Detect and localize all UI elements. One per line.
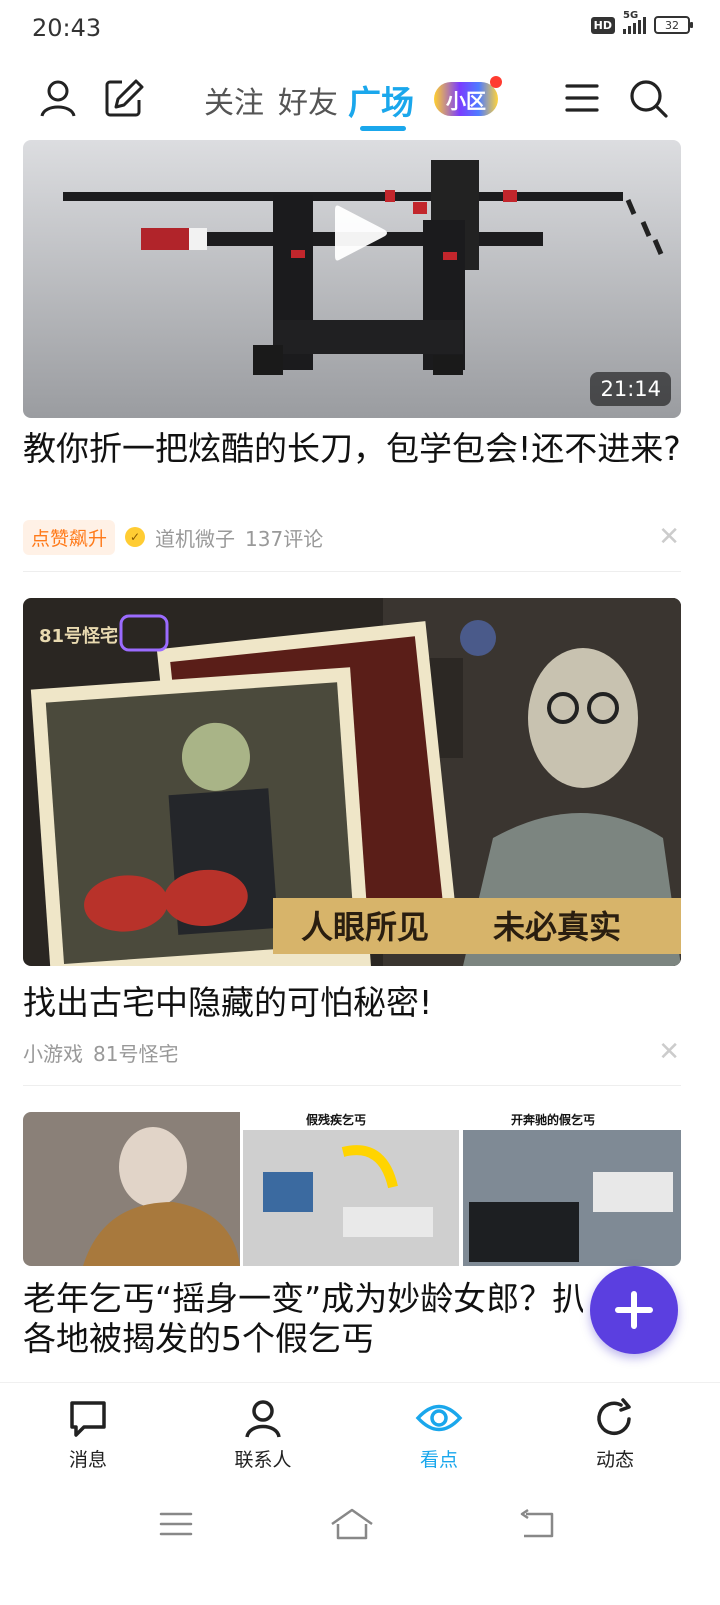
close-icon[interactable]: ✕: [658, 522, 680, 552]
refresh-icon: [597, 1398, 631, 1436]
nav-label: 消息: [68, 1449, 107, 1471]
card-meta: 小游戏 81号怪宅: [23, 1037, 178, 1067]
video-thumbnail[interactable]: 21:14: [23, 140, 681, 418]
nav-label: 联系人: [234, 1449, 292, 1471]
network-type: 5G: [623, 10, 639, 21]
active-tab-indicator: [360, 126, 406, 131]
image-label-1: 假残疾乞丐: [306, 1112, 366, 1127]
origami-sword-illustration: [23, 140, 681, 418]
comment-count[interactable]: 137评论: [245, 523, 323, 552]
battery-level: 32: [665, 18, 679, 32]
nav-item-moments[interactable]: 动态: [555, 1397, 675, 1472]
divider: [23, 1085, 681, 1086]
author-name[interactable]: 道机微子: [155, 523, 235, 552]
recent-apps-icon[interactable]: [158, 1508, 194, 1540]
battery-icon: 32: [654, 16, 693, 34]
notification-dot: [490, 76, 502, 88]
game-banner[interactable]: 81号怪宅 人眼所见 未必真实: [23, 598, 681, 966]
top-nav: 关注 好友 广场 小区: [0, 60, 720, 140]
tab-follow[interactable]: 关注: [204, 78, 264, 122]
game-logo: 81号怪宅: [39, 625, 118, 647]
hd-badge: HD: [590, 16, 615, 34]
image-label-2: 开奔驰的假乞丐: [511, 1112, 595, 1127]
card-title-line2[interactable]: 各地被揭发的5个假乞丐: [23, 1316, 683, 1362]
nav-item-messages[interactable]: 消息: [28, 1397, 148, 1472]
status-time: 20:43: [32, 14, 102, 42]
banner-caption-left: 人眼所见: [301, 908, 429, 946]
card-meta: 点赞飙升 ✓ 道机微子 137评论: [23, 519, 323, 555]
banner-caption-right: 未必真实: [493, 908, 621, 946]
add-button[interactable]: [590, 1266, 678, 1354]
article-thumbnail[interactable]: 假残疾乞丐 开奔驰的假乞丐: [23, 1112, 681, 1266]
card-category: 小游戏: [23, 1041, 83, 1066]
system-nav-bar: [0, 1494, 720, 1605]
tab-friends[interactable]: 好友: [278, 78, 338, 122]
home-icon[interactable]: [328, 1506, 376, 1542]
edit-icon[interactable]: [102, 76, 146, 120]
divider: [23, 571, 681, 572]
beggar-collage-illustration: 假残疾乞丐 开奔驰的假乞丐: [23, 1112, 681, 1266]
contacts-icon: [245, 1400, 281, 1438]
nav-item-contacts[interactable]: 联系人: [203, 1397, 323, 1472]
video-duration: 21:14: [590, 372, 671, 406]
signal-icon: 5G: [623, 10, 646, 34]
menu-icon[interactable]: [560, 76, 604, 120]
status-bar: 20:43 HD 5G 32: [0, 0, 720, 56]
community-badge-label: 小区: [446, 88, 486, 113]
verified-badge-icon: ✓: [125, 527, 146, 547]
back-icon[interactable]: [518, 1508, 558, 1540]
tab-plaza[interactable]: 广场: [348, 76, 414, 124]
search-icon[interactable]: [626, 76, 670, 120]
card-title[interactable]: 找出古宅中隐藏的可怕秘密!: [23, 980, 683, 1026]
card-title[interactable]: 教你折一把炫酷的长刀，包学包会!还不进来?: [23, 426, 683, 472]
community-badge[interactable]: 小区: [434, 82, 498, 116]
close-icon[interactable]: ✕: [658, 1037, 680, 1067]
nav-item-discover[interactable]: 看点: [379, 1397, 499, 1472]
bottom-nav: 消息 联系人 看点 动态: [0, 1382, 720, 1494]
message-icon: [70, 1401, 106, 1437]
play-icon[interactable]: [323, 198, 393, 268]
status-icons: HD 5G 32: [590, 10, 693, 34]
plus-icon: [615, 1291, 653, 1329]
nav-label: 动态: [595, 1449, 634, 1471]
profile-icon[interactable]: [36, 76, 80, 120]
nav-label: 看点: [419, 1449, 458, 1471]
haunted-house-illustration: 81号怪宅 人眼所见 未必真实: [23, 598, 681, 966]
trending-tag: 点赞飙升: [23, 519, 116, 555]
card-source[interactable]: 81号怪宅: [93, 1038, 178, 1067]
eye-icon: [415, 1404, 463, 1432]
